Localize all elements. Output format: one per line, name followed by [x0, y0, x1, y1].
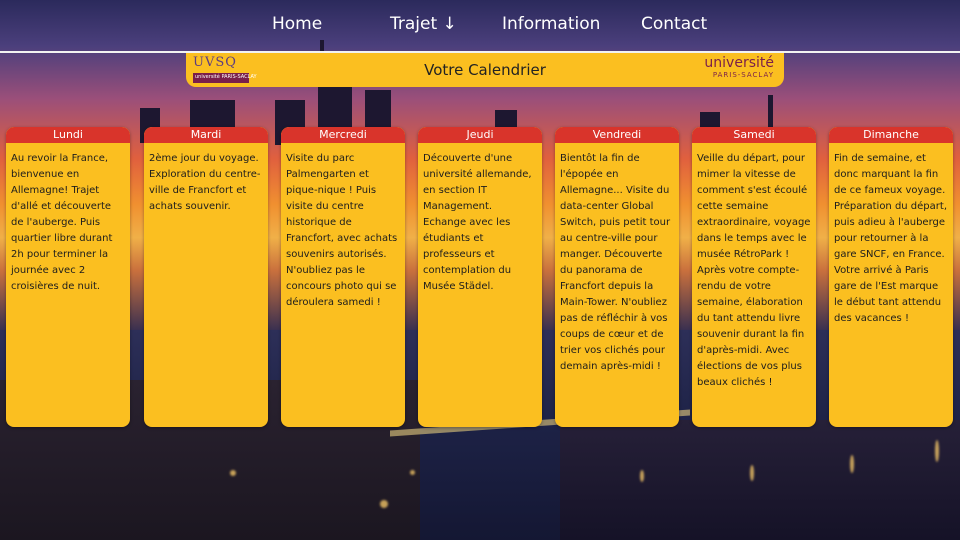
day-description: Au revoir la France, bienvenue en Allema… [11, 153, 113, 292]
day-header: Vendredi [555, 127, 679, 143]
week-calendar: Lundi Au revoir la France, bienvenue en … [0, 127, 960, 427]
day-header: Jeudi [418, 127, 542, 143]
day-description: Bientôt la fin de l'épopée en Allemagne.… [560, 153, 671, 372]
day-header: Mardi [144, 127, 268, 143]
day-description: Visite du parc Palmengarten et pique-niq… [286, 153, 398, 308]
nav-trajet-dropdown[interactable]: Trajet ↓ [390, 14, 457, 34]
street-light [230, 470, 236, 476]
river-bank [560, 420, 960, 540]
day-card-dimanche: Dimanche Fin de semaine, et donc marquan… [829, 127, 953, 427]
light-reflection [850, 455, 854, 473]
nav-information[interactable]: Information [502, 14, 600, 34]
day-header: Mercredi [281, 127, 405, 143]
light-reflection [935, 440, 939, 462]
top-navigation: Home Trajet ↓ Information Contact [0, 0, 960, 52]
day-description: 2ème jour du voyage. Exploration du cent… [149, 153, 261, 212]
day-header: Lundi [6, 127, 130, 143]
day-description: Veille du départ, pour mimer la vitesse … [697, 153, 811, 388]
calendar-banner: UVSQ université PARIS-SACLAY Votre Calen… [186, 53, 784, 87]
street-light [410, 470, 415, 475]
light-reflection [640, 470, 644, 482]
day-header: Samedi [692, 127, 816, 143]
day-description: Découverte d'une université allemande, e… [423, 153, 532, 292]
day-card-samedi: Samedi Veille du départ, pour mimer la v… [692, 127, 816, 427]
day-card-mercredi: Mercredi Visite du parc Palmengarten et … [281, 127, 405, 427]
day-description: Fin de semaine, et donc marquant la fin … [834, 153, 947, 324]
nav-contact[interactable]: Contact [641, 14, 707, 34]
day-card-vendredi: Vendredi Bientôt la fin de l'épopée en A… [555, 127, 679, 427]
nav-home[interactable]: Home [272, 14, 322, 34]
street-light [380, 500, 388, 508]
paris-saclay-logo: université PARIS-SACLAY [704, 55, 774, 80]
light-reflection [750, 465, 754, 481]
day-header: Dimanche [829, 127, 953, 143]
day-card-jeudi: Jeudi Découverte d'une université allema… [418, 127, 542, 427]
day-card-mardi: Mardi 2ème jour du voyage. Exploration d… [144, 127, 268, 427]
day-card-lundi: Lundi Au revoir la France, bienvenue en … [6, 127, 130, 427]
